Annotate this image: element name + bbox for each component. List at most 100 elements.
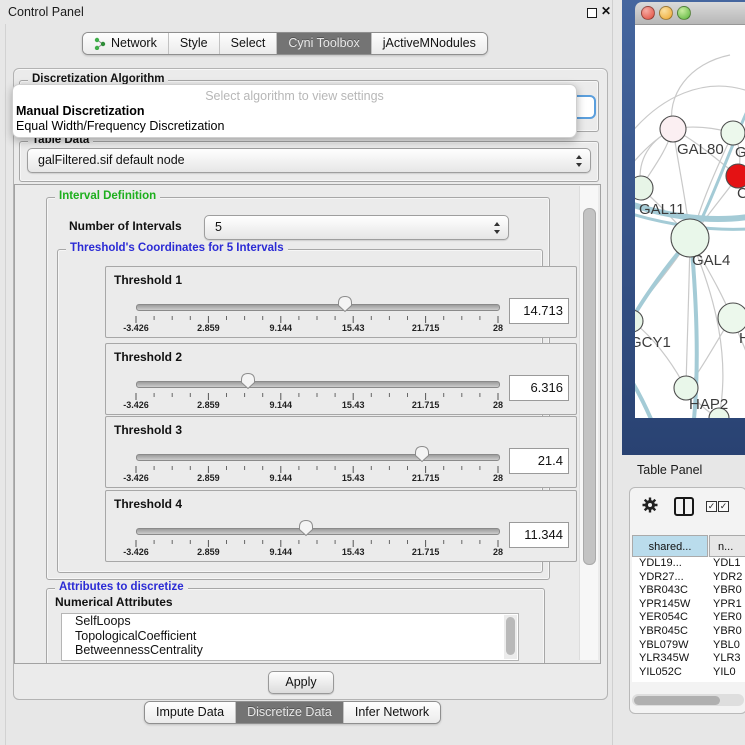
close-traffic-light-icon[interactable] <box>641 6 655 20</box>
cell-name[interactable]: YBR0 <box>708 625 745 639</box>
attribute-item[interactable]: BetweennessCentrality <box>62 643 518 658</box>
settings-scrollbar-thumb[interactable] <box>583 208 596 565</box>
table-hscrollbar[interactable] <box>632 694 744 706</box>
num-intervals-combo[interactable]: 5 <box>204 215 509 240</box>
network-edge <box>635 321 684 385</box>
tab-jactivemnodules[interactable]: jActiveMNodules <box>372 33 487 54</box>
float-window-icon[interactable] <box>587 8 597 18</box>
attribute-item[interactable]: TopologicalCoefficient <box>62 629 518 644</box>
zoom-traffic-light-icon[interactable] <box>677 6 691 20</box>
network-node[interactable] <box>721 121 745 145</box>
slider-ticks <box>129 540 506 548</box>
table-row[interactable]: YBR045CYBR0 <box>632 625 745 639</box>
cell-name[interactable]: YDR2 <box>708 571 745 585</box>
threshold-value-field[interactable]: 6.316 <box>509 375 569 401</box>
attribute-item[interactable]: SelfLoops <box>62 614 518 629</box>
table-row[interactable]: YDR27...YDR2 <box>632 571 745 585</box>
tab-impute-data[interactable]: Impute Data <box>145 702 236 723</box>
bottom-tab-bar: Impute DataDiscretize Data Infer Network <box>144 701 441 724</box>
split-pane-divider[interactable] <box>612 0 613 745</box>
cell-shared-name[interactable]: YDR27... <box>632 571 708 585</box>
tab-network[interactable]: Network <box>83 33 169 54</box>
panel-left-edge <box>5 24 6 745</box>
cell-shared-name[interactable]: YBR043C <box>632 584 708 598</box>
cell-shared-name[interactable]: YIL052C <box>632 666 708 680</box>
combo-arrows-icon <box>576 155 583 167</box>
table-row[interactable]: YER054CYER0 <box>632 611 745 625</box>
table-header-shared[interactable]: shared... <box>632 535 708 557</box>
table-header-name[interactable]: n... <box>709 535 745 557</box>
cell-name[interactable]: YBL0 <box>708 639 745 653</box>
tick-label: 9.144 <box>270 400 293 410</box>
tab-style[interactable]: Style <box>169 33 220 54</box>
tick-label: 9.144 <box>270 323 293 333</box>
cell-shared-name[interactable]: YDL19... <box>632 557 708 571</box>
threshold-value-field[interactable]: 11.344 <box>509 522 569 548</box>
network-node[interactable] <box>635 176 653 200</box>
checkbox-icon[interactable]: ✓ <box>718 501 729 512</box>
attributes-group: Attributes to discretize Numerical Attri… <box>46 588 545 664</box>
tab-cyni-toolbox[interactable]: Cyni Toolbox <box>277 33 371 54</box>
network-node[interactable] <box>718 303 745 333</box>
table-data-combo[interactable]: galFiltered.sif default node <box>27 148 591 173</box>
threshold-value-field[interactable]: 14.713 <box>509 298 569 324</box>
table-row[interactable]: YIL052CYIL0 <box>632 666 745 680</box>
network-graph: GAL80GCGAL11GAL4GCY1HHAP2 <box>635 25 745 418</box>
tick-label: 2.859 <box>197 400 220 410</box>
slider-track[interactable] <box>136 381 500 388</box>
tab-infer-network[interactable]: Infer Network <box>344 702 440 723</box>
slider-thumb[interactable] <box>298 519 314 537</box>
combo-arrows-icon <box>494 222 501 234</box>
cell-name[interactable]: YDL1 <box>708 557 745 571</box>
table-row[interactable]: YBL079WYBL0 <box>632 639 745 653</box>
numerical-attributes-list: SelfLoopsTopologicalCoefficientBetweenne… <box>61 613 519 661</box>
table-hscrollbar-thumb[interactable] <box>634 696 720 705</box>
network-node[interactable] <box>660 116 686 142</box>
cell-name[interactable]: YER0 <box>708 611 745 625</box>
slider-track[interactable] <box>136 528 500 535</box>
gear-icon[interactable] <box>641 496 659 514</box>
slider-thumb[interactable] <box>414 445 430 463</box>
cell-name[interactable]: YPR1 <box>708 598 745 612</box>
tick-label: 15.43 <box>342 473 365 483</box>
tab-label: Infer Network <box>355 705 429 719</box>
num-intervals-value: 5 <box>215 220 222 234</box>
table-row[interactable]: YBR043CYBR0 <box>632 584 745 598</box>
table-row[interactable]: YDL19...YDL1 <box>632 557 745 571</box>
cell-name[interactable]: YIL0 <box>708 666 745 680</box>
threshold-value-field[interactable]: 21.4 <box>509 448 569 474</box>
cell-shared-name[interactable]: YBL079W <box>632 639 708 653</box>
slider-ticks <box>129 316 506 324</box>
cell-name[interactable]: YBR0 <box>708 584 745 598</box>
interval-definition-title: Interval Definition <box>55 190 160 202</box>
network-node-label: GAL80 <box>677 141 724 158</box>
cell-shared-name[interactable]: YER054C <box>632 611 708 625</box>
cell-shared-name[interactable]: YPR145W <box>632 598 708 612</box>
minimize-traffic-light-icon[interactable] <box>659 6 673 20</box>
attributes-scrollbar-thumb[interactable] <box>506 617 515 655</box>
tick-label: -3.426 <box>123 400 149 410</box>
checkbox-icon[interactable]: ✓ <box>706 501 717 512</box>
cell-shared-name[interactable]: YLR345W <box>632 652 708 666</box>
slider-track[interactable] <box>136 304 500 311</box>
attributes-scrollbar[interactable] <box>504 615 517 659</box>
interval-definition-group: Interval Definition Number of Intervals … <box>46 197 550 580</box>
dropdown-item-manual[interactable]: Manual Discretization <box>16 104 145 118</box>
close-icon[interactable]: ✕ <box>601 4 611 18</box>
table-row[interactable]: YPR145WYPR1 <box>632 598 745 612</box>
dropdown-item-equal-width[interactable]: Equal Width/Frequency Discretization <box>16 119 224 133</box>
threshold-box-2: Threshold 2-3.4262.8599.14415.4321.71528… <box>105 343 577 415</box>
cell-shared-name[interactable]: YBR045C <box>632 625 708 639</box>
slider-thumb[interactable] <box>240 372 256 390</box>
cell-name[interactable]: YLR3 <box>708 652 745 666</box>
network-node-label: HAP2 <box>689 396 728 413</box>
slider-thumb[interactable] <box>337 295 353 313</box>
split-columns-icon[interactable] <box>674 497 694 516</box>
tab-discretize-data[interactable]: Discretize Data <box>236 702 344 723</box>
network-canvas[interactable]: GAL80GCGAL11GAL4GCY1HHAP2 <box>635 25 745 418</box>
apply-button[interactable]: Apply <box>268 671 334 694</box>
threshold-label: Threshold 2 <box>114 350 182 364</box>
table-row[interactable]: YLR345WYLR3 <box>632 652 745 666</box>
tab-select[interactable]: Select <box>220 33 278 54</box>
slider-track[interactable] <box>136 454 500 461</box>
